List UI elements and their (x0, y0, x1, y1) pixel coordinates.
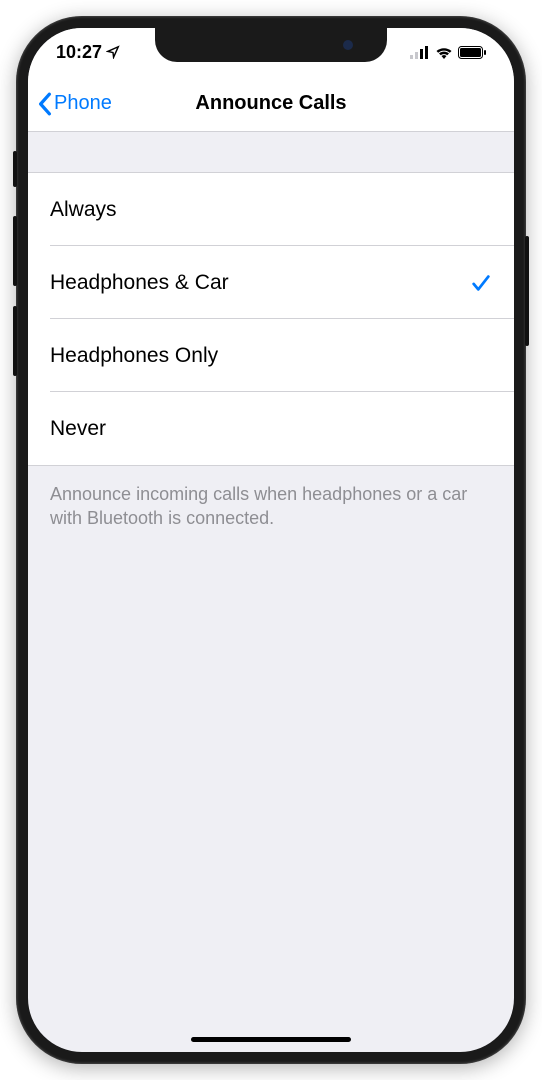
back-button[interactable]: Phone (38, 92, 112, 116)
option-label: Never (50, 417, 106, 441)
option-always[interactable]: Always (28, 173, 514, 246)
option-headphones-and-car[interactable]: Headphones & Car (28, 246, 514, 319)
volume-down-button (13, 306, 17, 376)
option-label: Headphones Only (50, 344, 218, 368)
status-time: 10:27 (56, 42, 102, 63)
screen: 10:27 (28, 28, 514, 1052)
chevron-left-icon (38, 92, 52, 116)
option-label: Headphones & Car (50, 271, 229, 295)
cellular-icon (410, 46, 430, 59)
power-button (525, 236, 529, 346)
options-list: Always Headphones & Car Headphones Only … (28, 172, 514, 466)
nav-bar: Phone Announce Calls (28, 76, 514, 132)
checkmark-icon (470, 272, 492, 294)
location-icon (106, 45, 120, 59)
option-label: Always (50, 198, 117, 222)
footer-description: Announce incoming calls when headphones … (28, 466, 514, 547)
back-label: Phone (54, 92, 112, 115)
phone-frame: 10:27 (16, 16, 526, 1064)
camera-dot (343, 40, 353, 50)
volume-up-button (13, 216, 17, 286)
section-spacer (28, 132, 514, 172)
mute-switch (13, 151, 17, 187)
option-headphones-only[interactable]: Headphones Only (28, 319, 514, 392)
home-indicator[interactable] (191, 1037, 351, 1042)
page-title: Announce Calls (195, 92, 346, 115)
option-never[interactable]: Never (28, 392, 514, 465)
wifi-icon (435, 46, 453, 59)
battery-icon (458, 46, 486, 59)
notch (155, 28, 387, 62)
